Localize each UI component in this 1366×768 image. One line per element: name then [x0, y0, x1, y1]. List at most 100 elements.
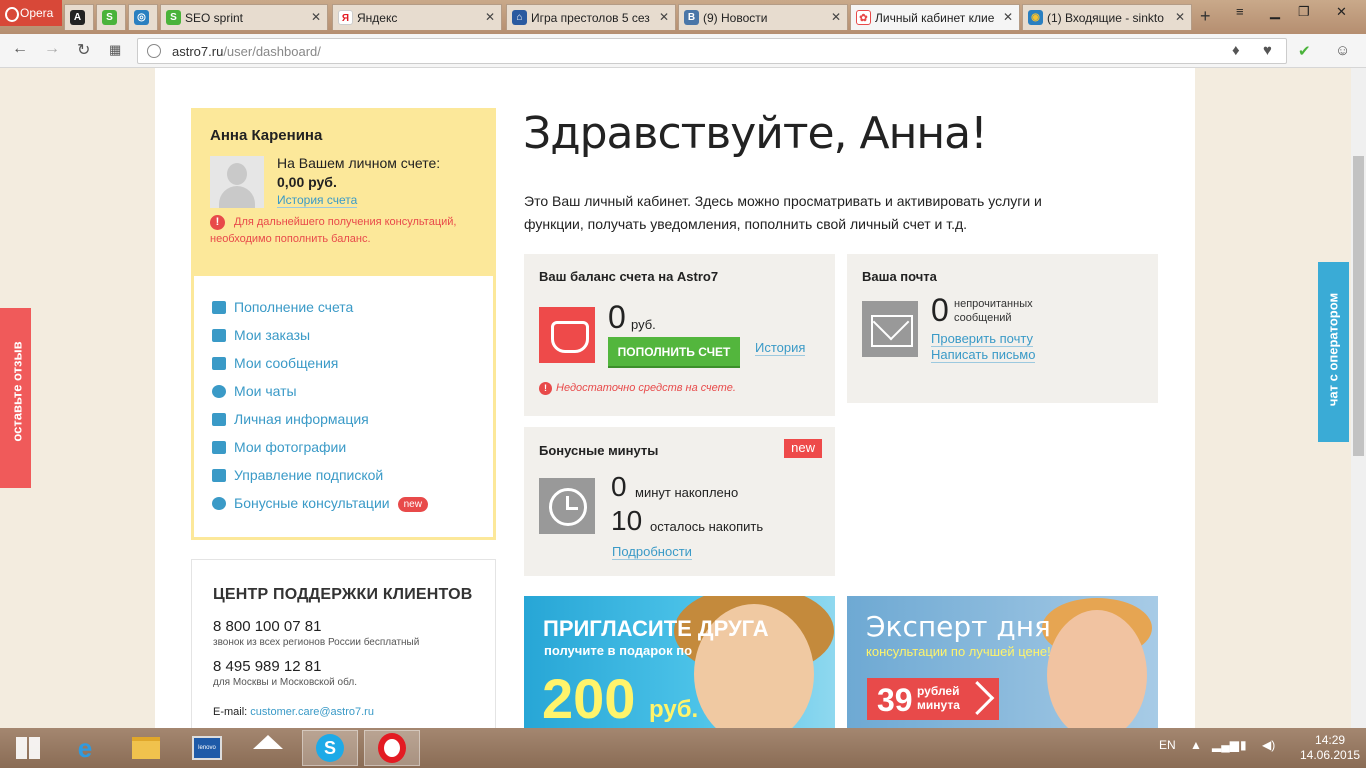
menu-item-topup[interactable]: Пополнение счета	[210, 299, 428, 327]
id-card-icon	[212, 413, 226, 426]
tab-close-icon[interactable]: ✕	[311, 10, 321, 24]
tab-game-of-thrones[interactable]: ⌂ Игра престолов 5 сез ✕	[506, 4, 676, 30]
menu-item-label: Мои сообщения	[234, 355, 339, 371]
lenovo-icon: lenovo	[192, 736, 222, 760]
taskbar-explorer[interactable]	[118, 730, 174, 766]
support-email-link[interactable]: customer.care@astro7.ru	[250, 706, 374, 718]
feedback-side-tab[interactable]: оставьте отзыв	[0, 308, 31, 488]
network-signal-icon[interactable]: ▂▄▆	[1212, 738, 1239, 752]
taskbar-opera[interactable]	[364, 730, 420, 766]
tab-mail-inbox[interactable]: ◉ (1) Входящие - sinkto ✕	[1022, 4, 1192, 30]
feedback-label: оставьте отзыв	[9, 341, 25, 442]
taskbar-lenovo[interactable]: lenovo	[179, 730, 235, 766]
insufficient-funds-warning: Недостаточно средств на счете.	[539, 382, 736, 395]
new-badge: new	[784, 439, 822, 458]
expert-of-day-banner[interactable]: Эксперт дня консультации по лучшей цене!…	[847, 596, 1158, 728]
tab-vk-news[interactable]: B (9) Новости ✕	[678, 4, 848, 30]
clock-icon	[212, 497, 226, 510]
menu-item-chats[interactable]: Мои чаты	[210, 383, 428, 411]
folder-icon	[132, 737, 160, 759]
support-phone-free-note: звонок из всех регионов России бесплатны…	[213, 637, 420, 648]
speed-dial-grid-icon[interactable]: ▦	[109, 42, 121, 58]
menu-item-subscription[interactable]: Управление подпиской	[210, 467, 428, 495]
menu-item-label: Мои фотографии	[234, 439, 347, 455]
topup-button[interactable]: ПОПОЛНИТЬ СЧЕТ	[608, 337, 740, 368]
tab-close-icon[interactable]: ✕	[831, 10, 841, 24]
intro-text: Это Ваш личный кабинет. Здесь можно прос…	[524, 193, 1042, 232]
tab-menu-icon[interactable]: ≡	[1236, 4, 1244, 19]
tab-close-icon[interactable]: ✕	[1175, 10, 1185, 24]
write-letter-link[interactable]: Написать письмо	[931, 347, 1036, 363]
invite-friend-banner[interactable]: ПРИГЛАСИТЕ ДРУГА получите в подарок по 2…	[524, 596, 835, 728]
taskbar-clock[interactable]: 14:29 14.06.2015	[1300, 733, 1360, 763]
unread-count: 0	[931, 292, 949, 328]
tab-astro7-dashboard[interactable]: ✿ Личный кабинет клие ✕	[850, 4, 1020, 30]
bonus-remaining-label: осталось накопить	[650, 519, 764, 534]
page-scrollbar[interactable]	[1351, 68, 1366, 728]
back-arrow-icon[interactable]: ←	[12, 40, 28, 58]
internet-explorer-icon: e	[77, 732, 93, 763]
menu-item-personal-info[interactable]: Личная информация	[210, 411, 428, 439]
taskbar-home[interactable]	[240, 730, 296, 766]
balance-amount: 0	[608, 299, 626, 335]
avatar[interactable]	[210, 156, 264, 208]
tab-favicon-icon: ⌂	[512, 10, 527, 25]
unread-label: непрочитанных сообщений	[954, 298, 1033, 324]
tab-close-icon[interactable]: ✕	[659, 10, 669, 24]
page-title: Здравствуйте, Анна!	[523, 108, 988, 159]
bonus-minutes-card: Бонусные минуты new 0 минут накоплено 10…	[524, 427, 835, 576]
tab-pinned-3[interactable]: ◎	[128, 4, 158, 30]
taskbar-skype[interactable]: S	[302, 730, 358, 766]
opera-menu-button[interactable]: Opera	[0, 0, 62, 26]
tray-expand-icon[interactable]: ▲	[1190, 738, 1202, 752]
account-history-link[interactable]: История счета	[277, 193, 358, 208]
bonus-details-link[interactable]: Подробности	[612, 544, 692, 560]
profile-header: Анна Каренина На Вашем личном счете: 0,0…	[194, 111, 493, 276]
support-email-row: E-mail: customer.care@astro7.ru	[213, 706, 495, 718]
balance-label: На Вашем личном счете:	[277, 155, 441, 171]
reload-icon[interactable]: ↻	[77, 40, 90, 60]
battery-icon[interactable]: ▮	[1240, 738, 1247, 752]
start-button[interactable]	[0, 730, 56, 766]
tab-close-icon[interactable]: ✕	[1003, 10, 1013, 24]
tab-pinned-2[interactable]: S	[96, 4, 126, 30]
mail-card: Ваша почта 0 непрочитанных сообщений Про…	[847, 254, 1158, 403]
security-shield-icon[interactable]: ✔	[1298, 42, 1311, 60]
turbo-lightbulb-icon[interactable]: ♦	[1232, 42, 1240, 59]
menu-item-photos[interactable]: Мои фотографии	[210, 439, 428, 467]
menu-item-orders[interactable]: Мои заказы	[210, 327, 428, 355]
support-phone-moscow: 8 495 989 12 81	[213, 658, 322, 675]
taskbar-ie[interactable]: e	[57, 730, 113, 766]
tab-yandex[interactable]: Я Яндекс ✕	[332, 4, 502, 30]
scrollbar-thumb[interactable]	[1353, 156, 1364, 456]
menu-item-bonus-consultations[interactable]: Бонусные консультации new	[210, 495, 428, 523]
menu-item-label: Мои заказы	[234, 327, 311, 343]
user-account-icon[interactable]: ☺	[1335, 42, 1350, 59]
tab-close-icon[interactable]: ✕	[485, 10, 495, 24]
new-tab-button[interactable]: +	[1200, 6, 1211, 27]
forward-arrow-icon[interactable]: →	[44, 40, 60, 58]
mail-card-title: Ваша почта	[862, 269, 937, 284]
menu-item-messages[interactable]: Мои сообщения	[210, 355, 428, 383]
input-language[interactable]: EN	[1159, 738, 1176, 752]
balance-history-link[interactable]: История	[755, 340, 806, 356]
chat-operator-side-tab[interactable]: чат с оператором	[1318, 262, 1349, 442]
site-info-icon[interactable]	[147, 44, 161, 58]
tab-pinned-1[interactable]: A	[64, 4, 94, 30]
expert-price: 39	[877, 682, 913, 718]
tab-favicon-icon: A	[70, 10, 85, 25]
address-bar[interactable]: astro7.ru/user/dashboard/	[137, 38, 1287, 64]
tab-favicon-icon: ✿	[856, 10, 871, 25]
profile-panel: Анна Каренина На Вашем личном счете: 0,0…	[191, 108, 496, 540]
windows-taskbar: e lenovo S EN ▲ ▂▄▆ ▮ ◀) 14:29 14.06.2015	[0, 728, 1366, 768]
volume-icon[interactable]: ◀)	[1262, 738, 1275, 752]
expert-price-box[interactable]: 39 рублей минута	[867, 678, 999, 720]
tab-seo-sprint[interactable]: S SEO sprint ✕	[160, 4, 328, 30]
banner-photo-face	[1047, 610, 1147, 728]
check-mail-link[interactable]: Проверить почту	[931, 331, 1033, 347]
close-window-icon[interactable]: ✕	[1336, 4, 1347, 20]
tab-favicon-icon: B	[684, 10, 699, 25]
restore-icon[interactable]: ❐	[1298, 4, 1310, 20]
minimize-icon[interactable]: ▁	[1270, 4, 1280, 20]
bookmark-heart-icon[interactable]: ♥	[1263, 42, 1272, 59]
